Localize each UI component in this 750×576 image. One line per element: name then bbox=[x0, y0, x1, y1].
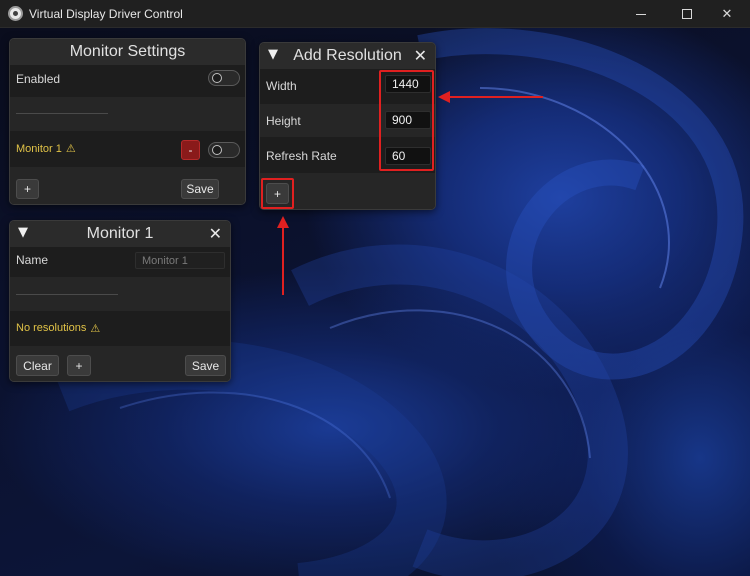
warning-icon: ⚠ bbox=[90, 322, 101, 335]
maximize-icon bbox=[682, 9, 692, 19]
collapse-arrow-icon[interactable]: ▼ bbox=[268, 47, 278, 62]
monitor-settings-panel: Monitor Settings Enabled Monitor 1 ⚠ - +… bbox=[9, 38, 246, 205]
width-input[interactable]: 1440 bbox=[385, 75, 431, 93]
save-settings-button[interactable]: Save bbox=[181, 179, 219, 199]
window-title: Virtual Display Driver Control bbox=[29, 7, 183, 21]
window-titlebar: Virtual Display Driver Control ✕ bbox=[0, 0, 750, 28]
no-resolutions-label: No resolutions bbox=[16, 322, 87, 334]
refresh-rate-input[interactable]: 60 bbox=[385, 147, 431, 165]
window-close-button[interactable]: ✕ bbox=[704, 0, 750, 28]
monitor-settings-header[interactable]: Monitor Settings bbox=[10, 39, 245, 65]
no-resolutions-row: No resolutions ⚠ bbox=[10, 313, 230, 343]
save-monitor-button[interactable]: Save bbox=[185, 355, 226, 376]
toggle-knob bbox=[212, 73, 222, 83]
panel-title: Add Resolution bbox=[293, 47, 402, 64]
add-resolution-button[interactable]: + bbox=[67, 355, 91, 376]
width-label: Width bbox=[266, 78, 297, 93]
refresh-rate-label: Refresh Rate bbox=[266, 148, 337, 163]
monitor-1-panel: ▼ Monitor 1 ✕ Name Monitor 1 No resoluti… bbox=[9, 220, 231, 382]
separator-row bbox=[10, 97, 245, 131]
monitor-1-header[interactable]: ▼ Monitor 1 ✕ bbox=[10, 221, 230, 247]
monitor-1-toggle[interactable] bbox=[208, 142, 240, 158]
close-panel-icon[interactable]: ✕ bbox=[414, 46, 427, 65]
panel-title: Monitor Settings bbox=[69, 43, 186, 60]
collapse-arrow-icon[interactable]: ▼ bbox=[18, 225, 28, 240]
enabled-toggle[interactable] bbox=[208, 70, 240, 86]
enabled-label: Enabled bbox=[16, 71, 61, 86]
divider bbox=[16, 113, 108, 114]
close-panel-icon[interactable]: ✕ bbox=[209, 224, 222, 243]
app-icon bbox=[8, 6, 23, 21]
monitor-1-label: Monitor 1 bbox=[16, 142, 62, 155]
height-label: Height bbox=[266, 113, 301, 128]
minimize-icon bbox=[636, 13, 646, 15]
divider bbox=[16, 294, 118, 295]
panel-title: Monitor 1 bbox=[86, 225, 154, 242]
close-icon: ✕ bbox=[721, 6, 733, 22]
toggle-knob bbox=[212, 145, 222, 155]
add-monitor-button[interactable]: + bbox=[16, 179, 39, 199]
warning-icon: ⚠ bbox=[65, 143, 76, 155]
clear-button[interactable]: Clear bbox=[16, 355, 59, 376]
minimize-button[interactable] bbox=[618, 0, 664, 28]
height-input[interactable]: 900 bbox=[385, 111, 431, 129]
add-resolution-confirm-button[interactable]: + bbox=[266, 183, 289, 204]
add-resolution-header[interactable]: ▼ Add Resolution ✕ bbox=[260, 43, 435, 69]
remove-monitor-button[interactable]: - bbox=[181, 140, 200, 160]
add-resolution-panel: ▼ Add Resolution ✕ Width 1440 Height 900… bbox=[259, 42, 436, 210]
monitor-name-input[interactable]: Monitor 1 bbox=[135, 252, 225, 269]
name-label: Name bbox=[16, 253, 49, 267]
